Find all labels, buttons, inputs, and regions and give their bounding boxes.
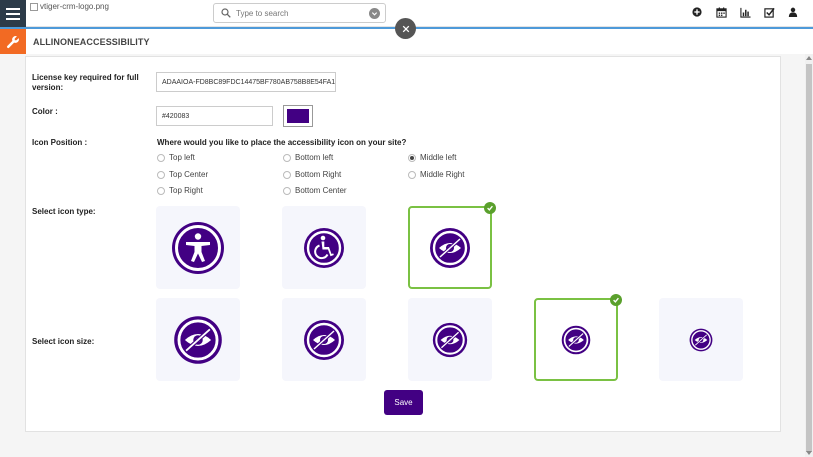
check-icon bbox=[484, 202, 496, 214]
settings-panel: License key required for full version: C… bbox=[25, 56, 781, 432]
eye-slash-icon bbox=[174, 315, 222, 364]
search-icon bbox=[221, 8, 231, 18]
radio-top-left[interactable]: Top left bbox=[157, 153, 195, 162]
icon-type-label: Select icon type: bbox=[32, 207, 96, 216]
radio-label: Bottom Center bbox=[295, 186, 347, 195]
radio-dot[interactable] bbox=[157, 186, 165, 195]
global-search[interactable] bbox=[213, 3, 386, 23]
radio-label: Top left bbox=[169, 153, 195, 162]
radio-label: Top Right bbox=[169, 186, 203, 195]
radio-top-right[interactable]: Top Right bbox=[157, 186, 203, 195]
radio-top-center[interactable]: Top Center bbox=[157, 170, 208, 179]
chevron-down-icon[interactable] bbox=[369, 8, 380, 19]
radio-middle-right[interactable]: Middle Right bbox=[408, 170, 464, 179]
logo[interactable]: vtiger-crm-logo.png bbox=[30, 2, 109, 11]
save-button[interactable]: Save bbox=[384, 390, 423, 415]
radio-bottom-left[interactable]: Bottom left bbox=[283, 153, 333, 162]
header-actions bbox=[691, 6, 799, 18]
user-icon[interactable] bbox=[787, 6, 799, 18]
icon-type-option-wheelchair[interactable] bbox=[282, 206, 366, 289]
icon-position-label: Icon Position : bbox=[32, 138, 88, 147]
scroll-down-arrow-icon[interactable] bbox=[806, 451, 812, 455]
wheelchair-icon bbox=[304, 227, 344, 268]
wrench-icon[interactable] bbox=[0, 29, 26, 54]
color-hex-input[interactable] bbox=[156, 106, 273, 126]
scroll-up-arrow-icon[interactable] bbox=[806, 56, 812, 60]
hamburger-menu-icon[interactable] bbox=[0, 0, 26, 27]
icon-size-option-2[interactable] bbox=[282, 298, 366, 381]
icon-size-option-5[interactable] bbox=[659, 298, 743, 381]
check-icon bbox=[610, 294, 622, 306]
checkbox-icon[interactable] bbox=[763, 6, 775, 18]
eye-slash-icon bbox=[689, 328, 713, 351]
vertical-scrollbar[interactable] bbox=[805, 54, 813, 457]
logo-alt-text: vtiger-crm-logo.png bbox=[40, 2, 109, 11]
eye-slash-icon bbox=[432, 322, 468, 357]
radio-dot[interactable] bbox=[157, 170, 165, 179]
radio-dot[interactable] bbox=[157, 153, 165, 162]
page-title: ALLINONEACCESSIBILITY bbox=[33, 37, 150, 47]
search-input[interactable] bbox=[236, 8, 366, 18]
color-picker-swatch[interactable] bbox=[283, 105, 313, 127]
radio-middle-left[interactable]: Middle left bbox=[408, 153, 456, 162]
radio-dot[interactable] bbox=[283, 153, 291, 162]
radio-bottom-center[interactable]: Bottom Center bbox=[283, 186, 347, 195]
radio-label: Middle left bbox=[420, 153, 457, 162]
position-question: Where would you like to place the access… bbox=[157, 138, 407, 147]
calendar-icon[interactable] bbox=[715, 6, 727, 18]
icon-size-option-1[interactable] bbox=[156, 298, 240, 381]
accessibility-person-icon bbox=[172, 221, 224, 274]
radio-label: Bottom Right bbox=[295, 170, 342, 179]
license-label: License key required for full version: bbox=[32, 73, 139, 92]
eye-slash-icon bbox=[430, 227, 470, 268]
icon-type-option-person[interactable] bbox=[156, 206, 240, 289]
plus-circle-icon[interactable] bbox=[691, 6, 703, 18]
broken-image-icon bbox=[30, 2, 38, 11]
eye-slash-icon bbox=[304, 319, 344, 360]
radio-dot[interactable] bbox=[408, 170, 416, 179]
license-key-input[interactable] bbox=[156, 72, 336, 92]
radio-bottom-right[interactable]: Bottom Right bbox=[283, 170, 341, 179]
radio-dot[interactable] bbox=[283, 186, 291, 195]
radio-label: Top Center bbox=[169, 170, 209, 179]
close-icon[interactable] bbox=[395, 18, 416, 39]
icon-size-option-4[interactable] bbox=[534, 294, 622, 381]
icon-type-option-eye-slash[interactable] bbox=[408, 202, 496, 289]
scroll-thumb[interactable] bbox=[806, 64, 812, 452]
radio-label: Middle Right bbox=[420, 170, 465, 179]
color-swatch-fill bbox=[287, 109, 309, 123]
eye-slash-icon bbox=[561, 325, 591, 354]
icon-size-option-3[interactable] bbox=[408, 298, 492, 381]
color-label: Color : bbox=[32, 107, 58, 116]
radio-label: Bottom left bbox=[295, 153, 334, 162]
radio-dot[interactable] bbox=[408, 153, 416, 162]
icon-size-label: Select icon size: bbox=[32, 337, 95, 346]
bar-chart-icon[interactable] bbox=[739, 6, 751, 18]
radio-dot[interactable] bbox=[283, 170, 291, 179]
